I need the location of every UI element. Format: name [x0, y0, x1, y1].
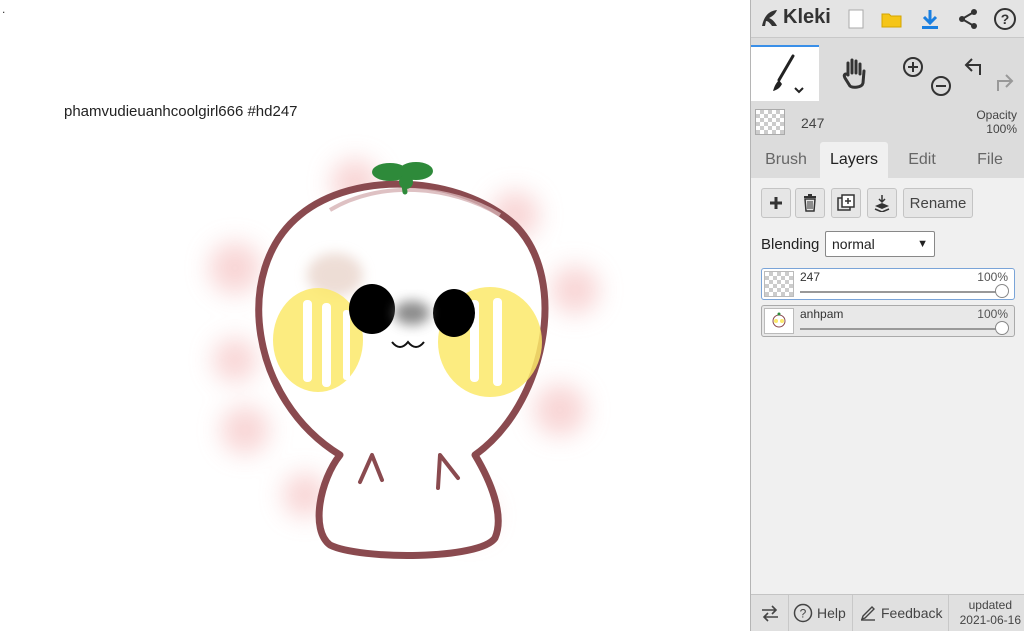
blending-select[interactable]: normal ▼: [825, 231, 935, 257]
feedback-label: Feedback: [881, 605, 943, 621]
layer-item-anhpam[interactable]: anhpam 100%: [761, 305, 1015, 337]
swap-arrows-icon: [761, 605, 778, 622]
updated-label: updated: [968, 598, 1012, 612]
tool-row: [751, 45, 1024, 103]
delete-layer-button[interactable]: [795, 188, 825, 218]
zoom-out-icon[interactable]: [931, 76, 951, 96]
opacity-value: 100%: [986, 122, 1017, 136]
drawing-canvas[interactable]: . phamvudieuanhcoolgirl666 #hd247: [0, 0, 750, 631]
layer-opacity-slider[interactable]: [800, 321, 1009, 335]
duplicate-layer-button[interactable]: [831, 188, 861, 218]
svg-text:?: ?: [1001, 11, 1010, 27]
tab-brush[interactable]: Brush: [753, 142, 819, 178]
updated-info[interactable]: updated 2021-06-16: [960, 598, 1021, 628]
brush-name: 247: [801, 115, 825, 131]
share-icon: [959, 9, 977, 29]
layer-item-247[interactable]: 247 100%: [761, 268, 1015, 300]
svg-text:?: ?: [800, 607, 807, 621]
merge-down-icon: [874, 195, 890, 212]
paintbrush-icon: [773, 54, 804, 94]
zoom-controls: [891, 45, 955, 101]
help-circle-icon: ?: [793, 603, 813, 623]
layer-opacity: 100%: [977, 270, 1008, 284]
tab-edit[interactable]: Edit: [889, 142, 955, 178]
new-image-icon: [848, 9, 864, 29]
updated-date: 2021-06-16: [959, 613, 1021, 627]
top-bar: Kleki ?: [751, 0, 1024, 38]
tab-layers[interactable]: Layers: [820, 142, 888, 178]
duplicate-icon: [837, 194, 855, 211]
add-layer-button[interactable]: [761, 188, 791, 218]
layer-thumbnail: [764, 271, 794, 297]
slider-knob[interactable]: [995, 284, 1009, 298]
hand-icon: [842, 58, 866, 89]
side-panel: Kleki ? 247 Opacity 100% Brush Layers Ed…: [750, 0, 1024, 631]
plus-icon: [770, 197, 782, 209]
kleki-logo[interactable]: Kleki: [759, 6, 831, 29]
slider-knob[interactable]: [995, 321, 1009, 335]
help-link[interactable]: ? Help: [789, 595, 853, 631]
opacity-display[interactable]: Opacity 100%: [976, 108, 1017, 136]
swap-side-button[interactable]: [751, 595, 789, 631]
layer-opacity: 100%: [977, 307, 1008, 321]
merge-down-button[interactable]: [867, 188, 897, 218]
rename-layer-button[interactable]: Rename: [903, 188, 973, 218]
bottom-bar: ? Help Feedback updated 2021-06-16: [751, 594, 1024, 631]
onion-sprout-character-illustration: [209, 159, 599, 559]
opacity-label: Opacity: [976, 108, 1017, 122]
layer-name: 247: [800, 270, 821, 284]
download-icon: [922, 10, 938, 29]
undo-icon[interactable]: [964, 58, 981, 75]
zoom-icons: [903, 57, 951, 96]
feedback-pencil-icon: [860, 606, 875, 621]
blending-label: Blending: [761, 236, 820, 253]
layer-name: anhpam: [800, 307, 844, 321]
help-label: Help: [817, 605, 846, 621]
blending-value: normal: [832, 236, 875, 252]
download-button[interactable]: [917, 6, 943, 32]
kleki-logo-icon: [762, 9, 777, 26]
new-image-button[interactable]: [843, 6, 869, 32]
hand-tool-button[interactable]: [821, 45, 889, 101]
open-folder-button[interactable]: [879, 6, 905, 32]
character-thumbnail-icon: [772, 312, 786, 328]
panel-tabs: Brush Layers Edit File: [751, 142, 1024, 178]
redo-icon[interactable]: [997, 74, 1014, 91]
tab-file[interactable]: File: [957, 142, 1023, 178]
share-button[interactable]: [955, 6, 981, 32]
layer-thumbnail: [764, 308, 794, 334]
app-name: Kleki: [783, 6, 831, 28]
layer-opacity-slider[interactable]: [800, 284, 1009, 298]
open-folder-icon: [881, 13, 902, 28]
help-button[interactable]: ?: [992, 6, 1018, 32]
layers-panel: Rename Blending normal ▼ 247 100% anhpam…: [751, 178, 1024, 594]
brush-info-row: 247 Opacity 100%: [751, 104, 1024, 140]
history-controls: [957, 45, 1023, 101]
history-icons: [964, 58, 1014, 91]
help-icon: ?: [994, 8, 1016, 30]
trash-icon: [804, 194, 816, 212]
brush-preview-thumbnail[interactable]: [755, 109, 785, 135]
feedback-link[interactable]: Feedback: [853, 595, 949, 631]
chevron-down-icon: ▼: [917, 238, 928, 250]
brush-tool-button[interactable]: [751, 45, 819, 101]
zoom-in-icon[interactable]: [903, 57, 923, 77]
